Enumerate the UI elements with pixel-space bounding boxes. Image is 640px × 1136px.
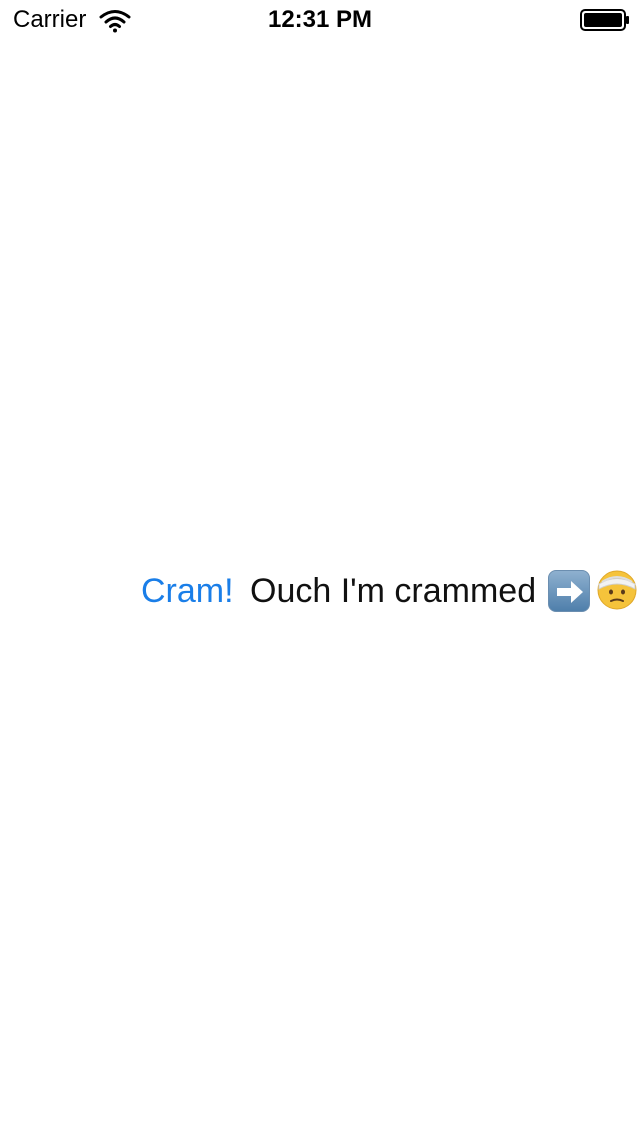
- cram-button[interactable]: Cram!: [141, 571, 234, 611]
- battery-icon: [580, 9, 630, 31]
- status-bar: Carrier 12:31 PM: [0, 0, 640, 40]
- content-row: Cram! Ouch I'm crammed: [0, 565, 640, 615]
- app-screen: Carrier 12:31 PM Cram! Ouch I'm crammed: [0, 0, 640, 1136]
- crammed-label: Ouch I'm crammed: [250, 572, 537, 610]
- face-with-head-bandage-emoji-icon: [596, 569, 638, 611]
- status-time: 12:31 PM: [267, 6, 373, 33]
- right-arrow-emoji-icon: [548, 570, 590, 612]
